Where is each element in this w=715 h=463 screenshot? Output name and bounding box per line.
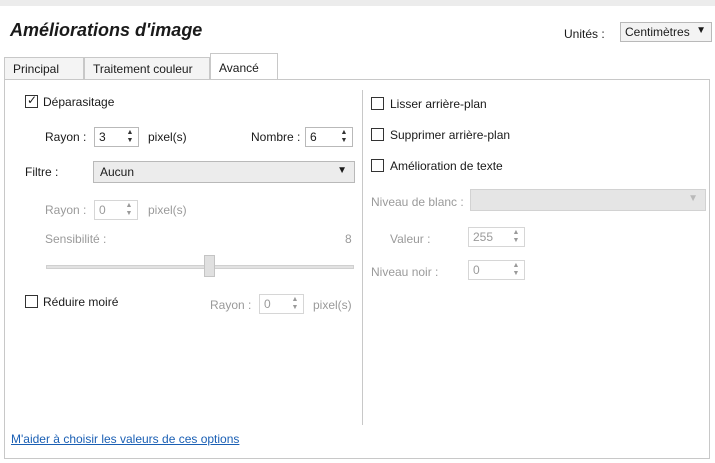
filtre-rayon-spinner[interactable]: 0 ▲ ▼ <box>94 200 138 220</box>
spin-up-icon[interactable]: ▲ <box>509 262 523 270</box>
column-divider <box>362 90 363 425</box>
chevron-down-icon: ▼ <box>688 193 698 204</box>
chevron-down-icon: ▼ <box>337 165 347 176</box>
moire-rayon-unit: pixel(s) <box>313 298 352 312</box>
units-value: Centimètres <box>625 25 690 39</box>
chevron-down-icon: ▼ <box>696 25 706 36</box>
supprimer-checkbox[interactable] <box>371 128 384 141</box>
spin-up-icon[interactable]: ▲ <box>122 202 136 210</box>
niveau-noir-label: Niveau noir : <box>371 265 439 279</box>
sensibilite-slider-thumb[interactable] <box>204 255 215 277</box>
sensibilite-slider-track[interactable] <box>46 265 354 269</box>
filtre-rayon-unit: pixel(s) <box>148 203 187 217</box>
valeur-spinner[interactable]: 255 ▲ ▼ <box>468 227 525 247</box>
top-divider <box>0 0 715 6</box>
spin-down-icon[interactable]: ▼ <box>122 210 136 218</box>
spin-up-icon[interactable]: ▲ <box>288 296 302 304</box>
moire-rayon-label: Rayon : <box>210 298 252 312</box>
deparasitage-label: Déparasitage <box>43 95 115 109</box>
lisser-label: Lisser arrière-plan <box>390 97 487 111</box>
moire-label: Réduire moiré <box>43 295 119 309</box>
filtre-rayon-label: Rayon : <box>45 203 87 217</box>
niveau-noir-value: 0 <box>473 263 480 277</box>
help-link[interactable]: M'aider à choisir les valeurs de ces opt… <box>11 432 239 446</box>
filtre-value: Aucun <box>100 165 135 179</box>
spin-up-icon[interactable]: ▲ <box>123 129 137 137</box>
filtre-rayon-value: 0 <box>99 203 106 217</box>
units-label: Unités : <box>564 27 605 41</box>
check-icon: ✓ <box>27 93 38 107</box>
spin-up-icon[interactable]: ▲ <box>509 229 523 237</box>
spin-down-icon[interactable]: ▼ <box>509 270 523 278</box>
amelioration-checkbox[interactable] <box>371 159 384 172</box>
rayon-value: 3 <box>99 130 106 144</box>
niveau-blanc-select[interactable]: ▼ <box>470 189 706 211</box>
valeur-value: 255 <box>473 230 494 244</box>
moire-rayon-spinner[interactable]: 0 ▲ ▼ <box>259 294 304 314</box>
spin-down-icon[interactable]: ▼ <box>123 137 137 145</box>
spin-up-icon[interactable]: ▲ <box>337 129 351 137</box>
valeur-label: Valeur : <box>390 232 431 246</box>
units-select[interactable]: Centimètres ▼ <box>620 22 712 42</box>
moire-checkbox[interactable] <box>25 295 38 308</box>
filtre-select[interactable]: Aucun ▼ <box>93 161 355 183</box>
spin-down-icon[interactable]: ▼ <box>509 237 523 245</box>
filtre-label: Filtre : <box>25 165 59 179</box>
nombre-label: Nombre : <box>251 130 301 144</box>
nombre-value: 6 <box>310 130 317 144</box>
lisser-checkbox[interactable] <box>371 97 384 110</box>
niveau-blanc-label: Niveau de blanc : <box>371 195 464 209</box>
moire-rayon-value: 0 <box>264 297 271 311</box>
tab-principal[interactable]: Principal <box>4 57 84 79</box>
nombre-spinner[interactable]: 6 ▲ ▼ <box>305 127 353 147</box>
rayon-spinner[interactable]: 3 ▲ ▼ <box>94 127 139 147</box>
page-title: Améliorations d'image <box>10 20 203 40</box>
spin-down-icon[interactable]: ▼ <box>288 304 302 312</box>
rayon-unit: pixel(s) <box>148 130 187 144</box>
niveau-noir-spinner[interactable]: 0 ▲ ▼ <box>468 260 525 280</box>
deparasitage-checkbox[interactable]: ✓ <box>25 93 38 108</box>
tab-avance[interactable]: Avancé <box>210 53 278 80</box>
sensibilite-value: 8 <box>345 232 352 246</box>
rayon-label: Rayon : <box>45 130 87 144</box>
supprimer-label: Supprimer arrière-plan <box>390 128 511 142</box>
spin-down-icon[interactable]: ▼ <box>337 137 351 145</box>
tab-traitement-couleur[interactable]: Traitement couleur <box>84 57 210 79</box>
sensibilite-label: Sensibilité : <box>45 232 107 246</box>
amelioration-label: Amélioration de texte <box>390 159 503 173</box>
